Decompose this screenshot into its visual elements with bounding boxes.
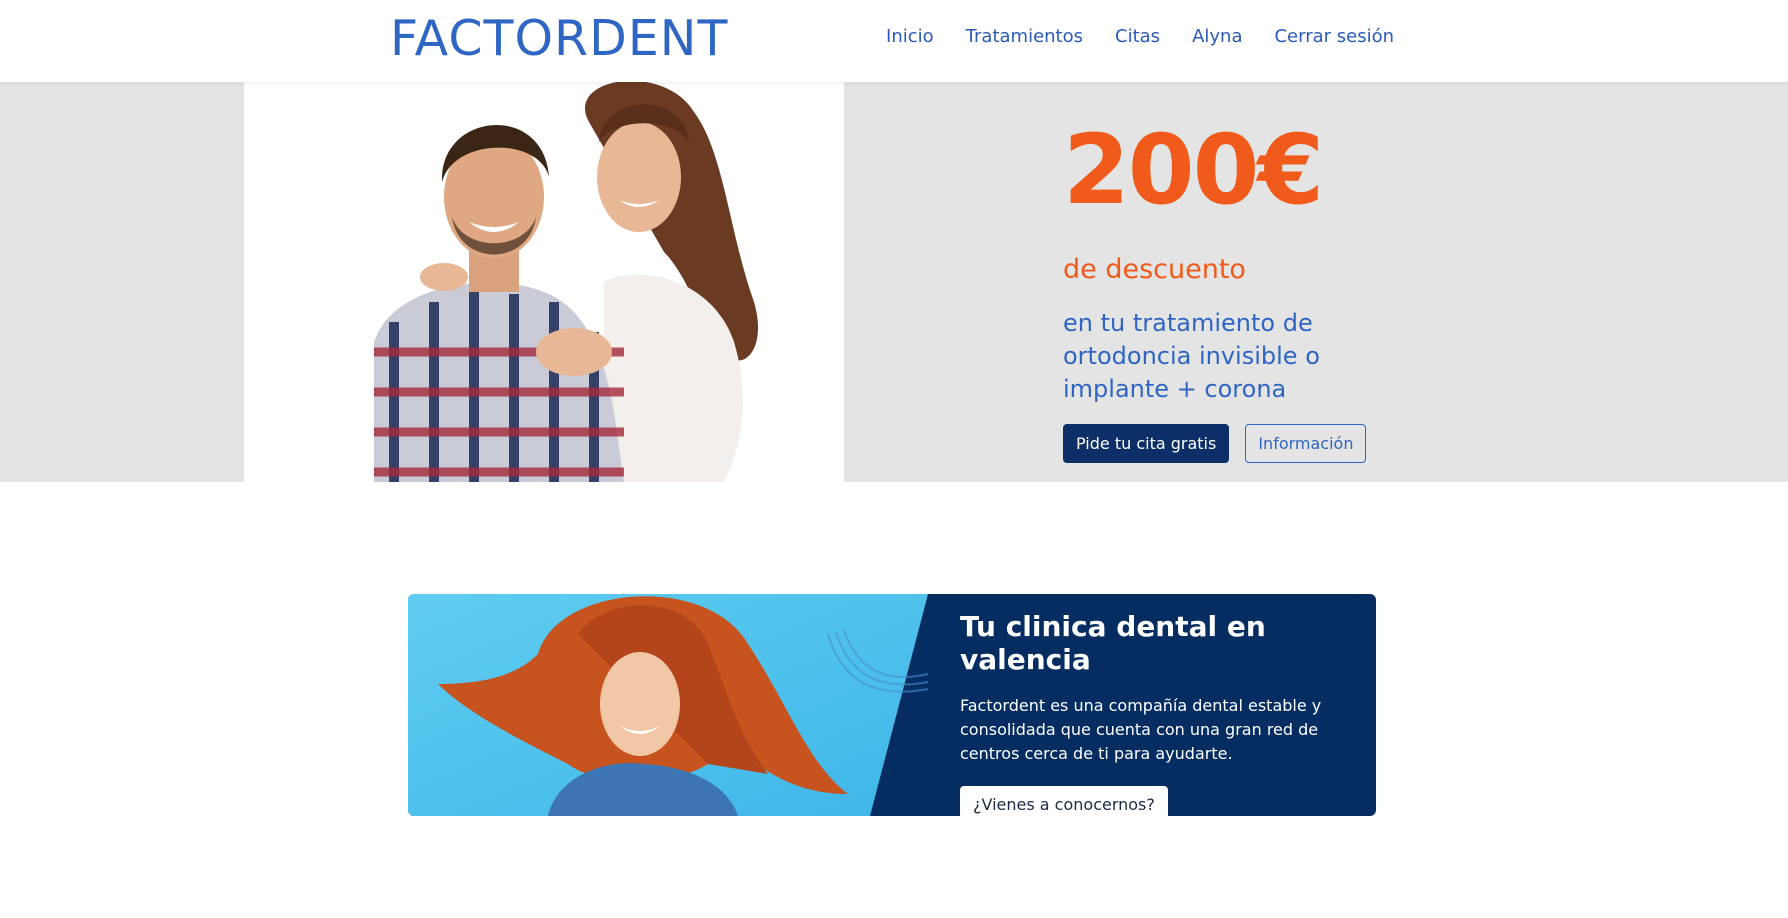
banner-description: Factordent es una compañía dental establ… [960, 696, 1322, 763]
hero-couple-image [244, 82, 844, 482]
discount-label: de descuento [1063, 254, 1246, 285]
nav-cerrar-sesion[interactable]: Cerrar sesión [1274, 26, 1394, 47]
meet-us-button[interactable]: ¿Vienes a conocernos? [960, 786, 1168, 816]
banner-title: Tu clinica dental en valencia [960, 610, 1266, 676]
site-header: FACTORDENT Inicio Tratamientos Citas Aly… [0, 0, 1788, 82]
nav-citas[interactable]: Citas [1115, 26, 1160, 47]
logo[interactable]: FACTORDENT [390, 10, 728, 67]
couple-illustration [374, 82, 758, 482]
hero-offer: 200€ de descuento en tu tratamiento de o… [1063, 122, 1423, 463]
hero-section: 200€ de descuento en tu tratamiento de o… [0, 82, 1788, 482]
treatment-description: en tu tratamiento de ortodoncia invisibl… [1063, 309, 1320, 403]
main-nav: Inicio Tratamientos Citas Alyna Cerrar s… [886, 26, 1394, 47]
book-free-appointment-button[interactable]: Pide tu cita gratis [1063, 424, 1230, 463]
clinic-banner: Tu clinica dental en valencia Factordent… [408, 594, 1376, 816]
hero-buttons: Pide tu cita gratis Información [1063, 424, 1423, 463]
discount-amount: 200€ [1063, 114, 1324, 226]
banner-content: Tu clinica dental en valencia Factordent… [960, 610, 1360, 816]
nav-inicio[interactable]: Inicio [886, 26, 934, 47]
information-button[interactable]: Información [1245, 424, 1367, 463]
nav-tratamientos[interactable]: Tratamientos [966, 26, 1083, 47]
nav-alyna[interactable]: Alyna [1192, 26, 1242, 47]
